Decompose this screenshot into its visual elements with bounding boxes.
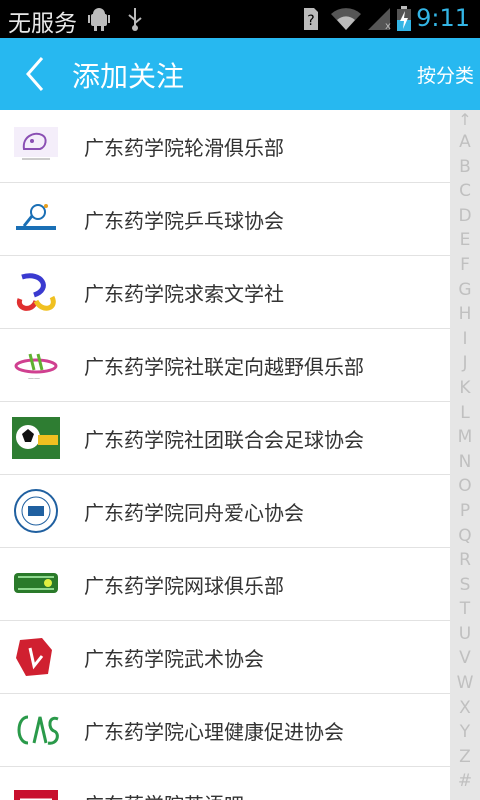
- clock: 9:11: [416, 4, 470, 32]
- club-name: 广东药学院社团联合会足球协会: [84, 428, 364, 452]
- index-letter[interactable]: G: [450, 278, 480, 303]
- app-bar: 添加关注 按分类: [0, 38, 480, 110]
- index-letter[interactable]: M: [450, 425, 480, 450]
- club-row[interactable]: 广东药学院英语吧: [0, 767, 480, 800]
- charity-seal-logo: [12, 488, 60, 534]
- index-letter[interactable]: H: [450, 302, 480, 327]
- club-name: 广东药学院求索文学社: [84, 282, 284, 306]
- club-name: 广东药学院社联定向越野俱乐部: [84, 355, 364, 379]
- club-name: 广东药学院乒乓球协会: [84, 209, 284, 233]
- index-letter[interactable]: L: [450, 401, 480, 426]
- tennis-logo: [12, 561, 60, 607]
- club-row[interactable]: 广东药学院网球俱乐部: [0, 548, 480, 621]
- index-letter[interactable]: J: [450, 351, 480, 376]
- wifi-icon: [330, 6, 362, 36]
- club-row[interactable]: 广东药学院心理健康促进协会: [0, 694, 480, 767]
- svg-text:?: ?: [307, 13, 314, 29]
- club-name: 广东药学院同舟爱心协会: [84, 501, 304, 525]
- unknown-sim-icon: ?: [300, 6, 320, 36]
- index-letter[interactable]: P: [450, 499, 480, 524]
- android-debug-icon: [88, 6, 110, 36]
- index-letter[interactable]: I: [450, 327, 480, 352]
- index-letter[interactable]: #: [450, 769, 480, 794]
- martial-arts-logo: [12, 634, 60, 680]
- index-letter[interactable]: N: [450, 450, 480, 475]
- carrier-label: 无服务: [8, 11, 77, 37]
- index-letter[interactable]: V: [450, 646, 480, 671]
- index-letter[interactable]: T: [450, 597, 480, 622]
- index-letter[interactable]: W: [450, 671, 480, 696]
- alphabet-index-bar[interactable]: ↑ A B C D E F G H I J K L M N O P Q R S T U V W X Y Z #: [450, 110, 480, 800]
- categorize-button[interactable]: 按分类: [417, 61, 474, 88]
- club-row[interactable]: 广东药学院轮滑俱乐部: [0, 110, 480, 183]
- index-letter[interactable]: C: [450, 179, 480, 204]
- index-letter[interactable]: F: [450, 253, 480, 278]
- index-letter[interactable]: Y: [450, 720, 480, 745]
- index-top-arrow[interactable]: ↑: [450, 110, 480, 130]
- club-row[interactable]: 广东药学院同舟爱心协会: [0, 475, 480, 548]
- club-name: 广东药学院轮滑俱乐部: [84, 136, 284, 160]
- club-row[interactable]: —— 广东药学院社联定向越野俱乐部: [0, 329, 480, 402]
- club-row[interactable]: 广东药学院求索文学社: [0, 256, 480, 329]
- index-letter[interactable]: X: [450, 696, 480, 721]
- english-club-logo: [12, 780, 60, 800]
- index-letter[interactable]: B: [450, 155, 480, 180]
- index-letter[interactable]: R: [450, 548, 480, 573]
- svg-text:——: ——: [28, 375, 40, 382]
- back-button[interactable]: [16, 52, 56, 96]
- index-letter[interactable]: K: [450, 376, 480, 401]
- ping-pong-logo: [12, 196, 60, 242]
- index-letter[interactable]: A: [450, 130, 480, 155]
- club-name: 广东药学院英语吧: [84, 789, 244, 800]
- club-name: 广东药学院武术协会: [84, 647, 264, 671]
- index-letter[interactable]: Q: [450, 524, 480, 549]
- index-letter[interactable]: U: [450, 622, 480, 647]
- club-row[interactable]: 广东药学院乒乓球协会: [0, 183, 480, 256]
- chevron-left-icon: [26, 57, 44, 91]
- svg-text:x: x: [385, 21, 391, 32]
- index-letter[interactable]: E: [450, 228, 480, 253]
- index-letter[interactable]: O: [450, 474, 480, 499]
- club-list: 广东药学院轮滑俱乐部 广东药学院乒乓球协会 广东药学院求索文学社 —— 广东药学…: [0, 110, 480, 800]
- page-title: 添加关注: [72, 60, 185, 93]
- club-name: 广东药学院心理健康促进协会: [84, 720, 344, 744]
- club-row[interactable]: 广东药学院社团联合会足球协会: [0, 402, 480, 475]
- roller-skate-logo: [12, 123, 60, 169]
- orienteering-logo: ——: [12, 342, 60, 388]
- mental-health-logo: [12, 707, 60, 753]
- index-letter[interactable]: S: [450, 573, 480, 598]
- index-letter[interactable]: D: [450, 204, 480, 229]
- literature-society-logo: [12, 269, 60, 315]
- signal-icon: x: [366, 6, 392, 36]
- club-name: 广东药学院网球俱乐部: [84, 574, 284, 598]
- index-letter[interactable]: Z: [450, 745, 480, 770]
- club-row[interactable]: 广东药学院武术协会: [0, 621, 480, 694]
- status-bar: 无服务 ? x 9:11: [0, 0, 480, 38]
- usb-icon: [126, 6, 144, 36]
- battery-charging-icon: [396, 6, 412, 36]
- football-logo: [12, 415, 60, 461]
